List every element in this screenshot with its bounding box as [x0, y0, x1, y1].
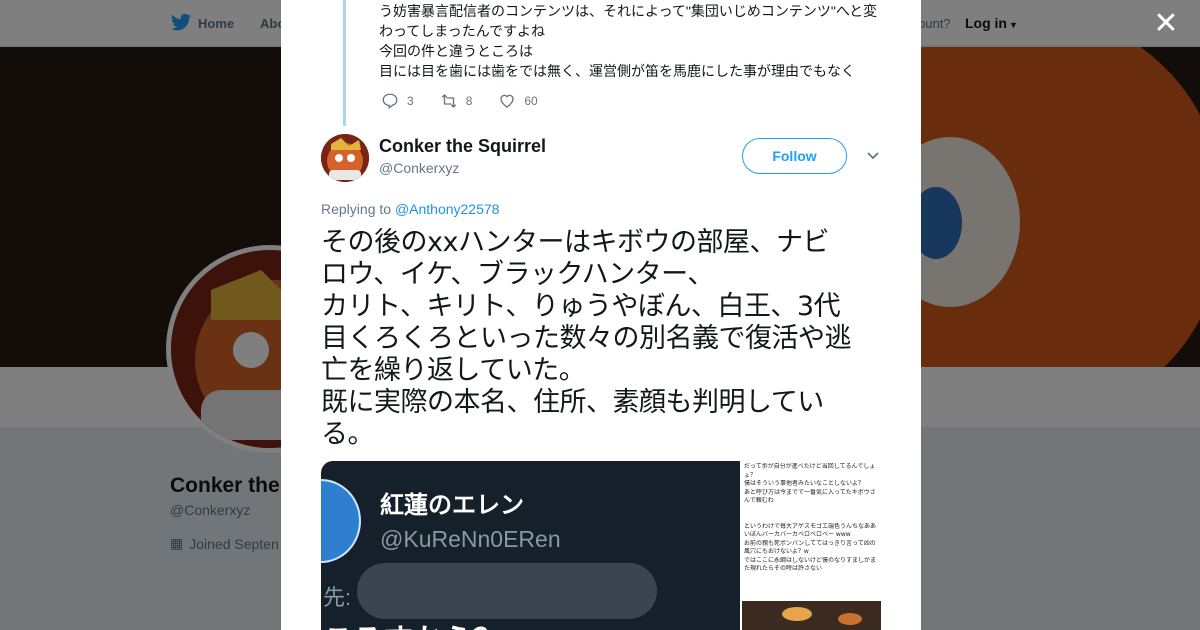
tweet-text-line: 目くろくろといった数々の別名義で復活や逃	[321, 323, 852, 354]
media-text-line: 僕はそういう事他者みたいなことしないよ？	[744, 480, 864, 487]
embedded-avatar	[321, 479, 361, 563]
tweet-modal: う妨害暴言配信者のコンテンツは、それによって"集団いじめコンテンツ"へと変 わっ…	[281, 0, 921, 630]
heart-icon	[500, 94, 515, 108]
previous-tweet-line: 目には目を歯には歯をでは無く、運営側が笛を馬鹿にした事が理由でもなく	[379, 63, 855, 79]
like-button[interactable]: 60	[498, 92, 538, 110]
media-text-line: あと呼び方は今までで一番気に入ってたキボウさ	[744, 488, 876, 496]
photo-light	[838, 613, 862, 625]
media-text-line	[744, 506, 881, 515]
embedded-to-label: 先:	[323, 585, 352, 610]
squirrel-avatar-small	[321, 134, 369, 182]
previous-tweet-text: う妨害暴言配信者のコンテンツは、それによって"集団いじめコンテンツ"へと変 わっ…	[379, 1, 889, 81]
replying-to: Replying to @Anthony22578	[321, 201, 499, 217]
media-image-screenshot[interactable]: 紅蓮のエレン @KuReNn0ERen 先: ころすから？	[321, 461, 740, 630]
media-text-line: ではここに永綱はしないけど僕のなりすましがま	[744, 556, 877, 564]
close-icon[interactable]: ✕	[1150, 8, 1182, 40]
reply-icon	[382, 93, 398, 110]
media-text-line: というわけで毎大アゲスモゴエ端色うんちなああ	[744, 522, 877, 530]
chevron-down-icon[interactable]	[865, 147, 881, 163]
replying-prefix: Replying to	[321, 201, 392, 217]
previous-tweet-line: わってしまったんですよね	[379, 23, 546, 39]
retweet-icon	[441, 94, 456, 108]
thread-connector	[343, 0, 346, 126]
tweet-text-line: その後のxxハンターはキボウの部屋、ナビ	[321, 227, 829, 258]
author-avatar[interactable]	[321, 134, 369, 182]
media-text-line: いぼんバーカバーカベロベロベー www	[744, 531, 851, 538]
reply-button[interactable]: 3	[381, 92, 414, 110]
tweet-text-line: 既に実際の本名、住所、素顔も判明してい	[321, 387, 824, 418]
previous-tweet-line: う妨害暴言配信者のコンテンツは、それによって"集団いじめコンテンツ"へと変	[379, 3, 878, 19]
embedded-name: 紅蓮のエレン	[380, 492, 524, 519]
media-image-text[interactable]: だって歩が自分が進べたけど当回してるんでしょ ょ？ 僕はそういう事他者みたいなこ…	[742, 461, 881, 599]
photo-light	[782, 607, 812, 621]
tweet-media[interactable]: 紅蓮のエレン @KuReNn0ERen 先: ころすから？ だって歩が自分が進べ…	[321, 461, 881, 630]
media-text-line: だって歩が自分が進べたけど当回してるんでしょ	[744, 463, 876, 470]
replying-to-link[interactable]: @Anthony22578	[395, 201, 500, 217]
media-text-line: ょ？	[744, 471, 757, 479]
tweet-text-line: カリト、キリト、りゅうやぼん、白王、3代	[321, 291, 841, 322]
reply-count: 3	[407, 94, 414, 108]
embedded-text-tail: ころすから？	[323, 615, 503, 630]
retweet-count: 8	[465, 94, 473, 108]
tweet-text-line: る。	[321, 419, 375, 450]
previous-tweet-line: 今回の件と違うところは	[379, 43, 533, 59]
author-handle[interactable]: @Conkerxyz	[379, 160, 459, 176]
media-text-line: んで頼むわ	[744, 497, 774, 504]
like-count: 60	[524, 94, 538, 108]
media-text-line: 風穴にもおけないよ？w	[744, 548, 809, 555]
media-text-line: た現れたらその時は許さない	[744, 565, 823, 572]
retweet-button[interactable]: 8	[440, 92, 473, 110]
previous-tweet-actions: 3 8 60	[381, 92, 538, 110]
author-name[interactable]: Conker the Squirrel	[379, 136, 546, 157]
media-text-line: お前の親も死ポンバンしててはっきり言って凶の	[744, 539, 876, 547]
media-text-line	[744, 514, 881, 523]
media-image-photo[interactable]	[742, 601, 881, 630]
tweet-text-line: ロウ、イケ、ブラックハンター、	[321, 259, 714, 290]
redacted-blur	[357, 563, 657, 619]
follow-button[interactable]: Follow	[742, 138, 847, 174]
embedded-handle: @KuReNn0ERen	[380, 526, 561, 552]
tweet-text: その後のxxハンターはキボウの部屋、ナビ ロウ、イケ、ブラックハンター、 カリト…	[321, 227, 883, 451]
tweet-text-line: 亡を繰り返していた。	[321, 355, 586, 386]
